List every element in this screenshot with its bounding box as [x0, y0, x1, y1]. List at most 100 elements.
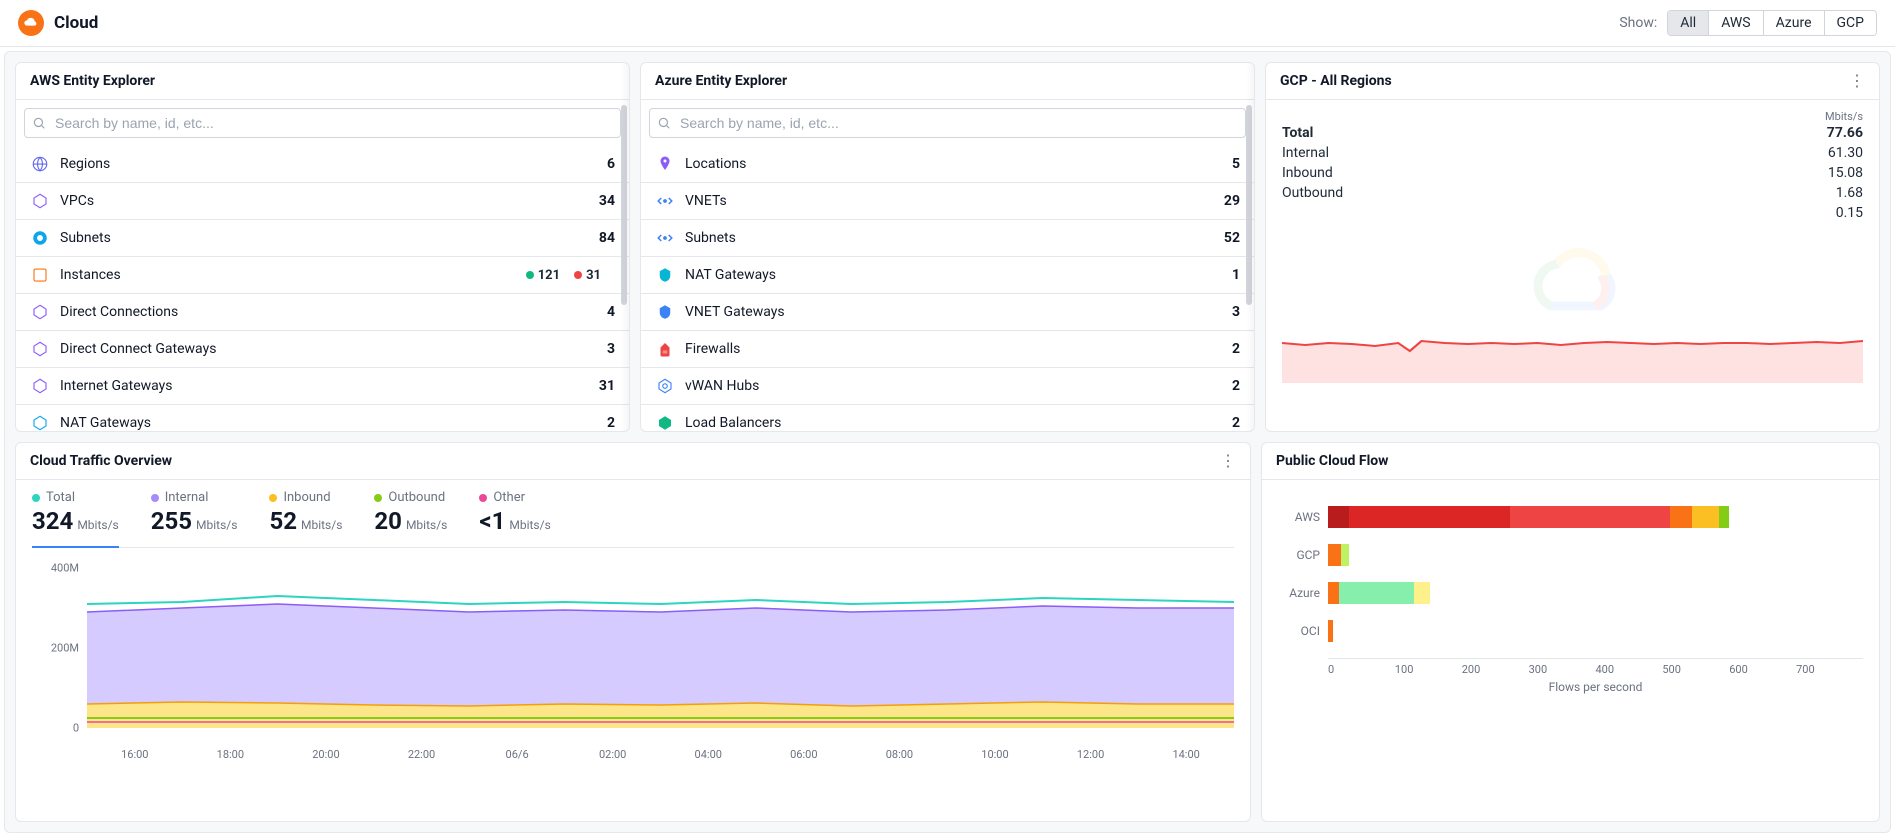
flow-tick: 500: [1662, 663, 1729, 676]
scrollbar[interactable]: [621, 105, 627, 305]
legend-name: Other: [493, 490, 525, 505]
vnet-icon: [655, 228, 675, 248]
gcp-body: Mbits/s Total77.66Internal61.30Inbound15…: [1266, 100, 1879, 431]
legend-name: Inbound: [283, 490, 330, 505]
y-tick: 0: [73, 722, 79, 735]
legend-item-inbound[interactable]: Inbound 52 Mbits/s: [269, 490, 342, 539]
metric-value: 0.15: [1836, 205, 1863, 221]
row-count: 2: [607, 415, 615, 431]
flow-segment: [1349, 506, 1510, 528]
row-count: 2: [1232, 341, 1240, 357]
row-label: vWAN Hubs: [685, 378, 1232, 394]
tab-azure[interactable]: Azure: [1764, 11, 1825, 35]
aws-row-vpcs[interactable]: VPCs34: [16, 183, 629, 220]
azure-row-vnet-gateways[interactable]: VNET Gateways3: [641, 294, 1254, 331]
legend-dot-icon: [479, 494, 487, 502]
row-count: 2: [1232, 378, 1240, 394]
firewall-icon: [655, 339, 675, 359]
flow-row-oci: OCI: [1278, 620, 1863, 642]
lb-icon: [655, 413, 675, 431]
flow-segment: [1692, 506, 1719, 528]
flow-segment: [1339, 582, 1414, 604]
flow-tick: 300: [1529, 663, 1596, 676]
status-dot-red: [574, 271, 582, 279]
azure-row-load-balancers[interactable]: Load Balancers2: [641, 405, 1254, 431]
azure-search-input[interactable]: [649, 108, 1246, 138]
topbar: Cloud Show: All AWS Azure GCP: [0, 0, 1895, 47]
natgw-icon: [655, 265, 675, 285]
legend-item-other[interactable]: Other<1Mbits/s: [479, 490, 550, 539]
panel-menu-icon[interactable]: ⋮: [1220, 453, 1236, 469]
gcp-panel-title: GCP - All Regions: [1280, 73, 1392, 89]
legend-unit: Mbits/s: [196, 518, 237, 532]
flow-x-label: Flows per second: [1328, 680, 1863, 694]
legend-item-outbound[interactable]: Outbound20Mbits/s: [374, 490, 447, 539]
azure-row-nat-gateways[interactable]: NAT Gateways1: [641, 257, 1254, 294]
subnet-icon: [30, 228, 50, 248]
row-count: 5: [1232, 156, 1240, 172]
y-tick: 200M: [51, 642, 79, 655]
aws-search-input[interactable]: [24, 108, 621, 138]
azure-row-locations[interactable]: Locations5: [641, 146, 1254, 183]
flow-row-azure: Azure: [1278, 582, 1863, 604]
legend-name: Total: [46, 490, 75, 505]
aws-row-subnets[interactable]: Subnets84: [16, 220, 629, 257]
legend-item-internal[interactable]: Internal255Mbits/s: [151, 490, 238, 539]
row-label: Subnets: [60, 230, 599, 246]
aws-row-regions[interactable]: Regions6: [16, 146, 629, 183]
x-tick: 06:00: [756, 748, 852, 761]
page-body: AWS Entity Explorer Regions6VPCs34Subnet…: [4, 51, 1891, 833]
row-count: 52: [1224, 230, 1240, 246]
flow-row-gcp: GCP: [1278, 544, 1863, 566]
row-label: Locations: [685, 156, 1232, 172]
x-tick: 04:00: [660, 748, 756, 761]
tab-gcp[interactable]: GCP: [1825, 11, 1876, 35]
aws-search: [24, 108, 621, 138]
flow-label: OCI: [1278, 624, 1328, 638]
x-tick: 08:00: [852, 748, 948, 761]
legend-value: <1: [479, 507, 505, 535]
azure-search: [649, 108, 1246, 138]
flow-tick: 0: [1328, 663, 1395, 676]
scrollbar[interactable]: [1246, 105, 1252, 305]
aws-entity-explorer-panel: AWS Entity Explorer Regions6VPCs34Subnet…: [15, 62, 630, 432]
flow-segment: [1341, 544, 1349, 566]
aws-row-instances[interactable]: Instances12131: [16, 257, 629, 294]
flow-label: Azure: [1278, 586, 1328, 600]
azure-row-vwan-hubs[interactable]: vWAN Hubs2: [641, 368, 1254, 405]
aws-row-internet-gateways[interactable]: Internet Gateways31: [16, 368, 629, 405]
aws-list[interactable]: Regions6VPCs34Subnets84Instances12131Dir…: [16, 146, 629, 431]
overview-chart: 400M 200M 0: [32, 568, 1234, 748]
azure-list[interactable]: Locations5VNETs29Subnets52NAT Gateways1V…: [641, 146, 1254, 431]
legend-dot-icon: [32, 494, 40, 502]
aws-row-nat-gateways[interactable]: NAT Gateways2: [16, 405, 629, 431]
tab-all[interactable]: All: [1668, 11, 1709, 35]
legend-item-total[interactable]: Total324Mbits/s: [32, 490, 119, 548]
azure-row-vnets[interactable]: VNETs29: [641, 183, 1254, 220]
row-count: 3: [607, 341, 615, 357]
provider-tabs: All AWS Azure GCP: [1667, 10, 1877, 36]
legend-unit: Mbits/s: [301, 518, 342, 532]
azure-row-firewalls[interactable]: Firewalls2: [641, 331, 1254, 368]
flow-segment: [1719, 506, 1730, 528]
gcp-metric-row: Inbound15.08: [1282, 163, 1863, 183]
metric-label: Total: [1282, 125, 1313, 141]
status-count: 121: [538, 268, 560, 283]
metric-label: Outbound: [1282, 185, 1343, 201]
topbar-left: Cloud: [18, 10, 98, 36]
tab-aws[interactable]: AWS: [1709, 11, 1763, 35]
aws-row-direct-connections[interactable]: Direct Connections4: [16, 294, 629, 331]
aws-row-direct-connect-gateways[interactable]: Direct Connect Gateways3: [16, 331, 629, 368]
topbar-right: Show: All AWS Azure GCP: [1619, 10, 1877, 36]
flow-tick: 700: [1796, 663, 1863, 676]
legend-value: 52: [269, 507, 297, 535]
azure-row-subnets[interactable]: Subnets52: [641, 220, 1254, 257]
row-count: 31: [599, 378, 615, 394]
legend-value: 324: [32, 507, 73, 535]
row-count: 3: [1232, 304, 1240, 320]
flow-segment: [1328, 582, 1339, 604]
x-tick: 10:00: [947, 748, 1043, 761]
panel-menu-icon[interactable]: ⋮: [1849, 73, 1865, 89]
legend-unit: Mbits/s: [406, 518, 447, 532]
x-tick: 20:00: [278, 748, 374, 761]
